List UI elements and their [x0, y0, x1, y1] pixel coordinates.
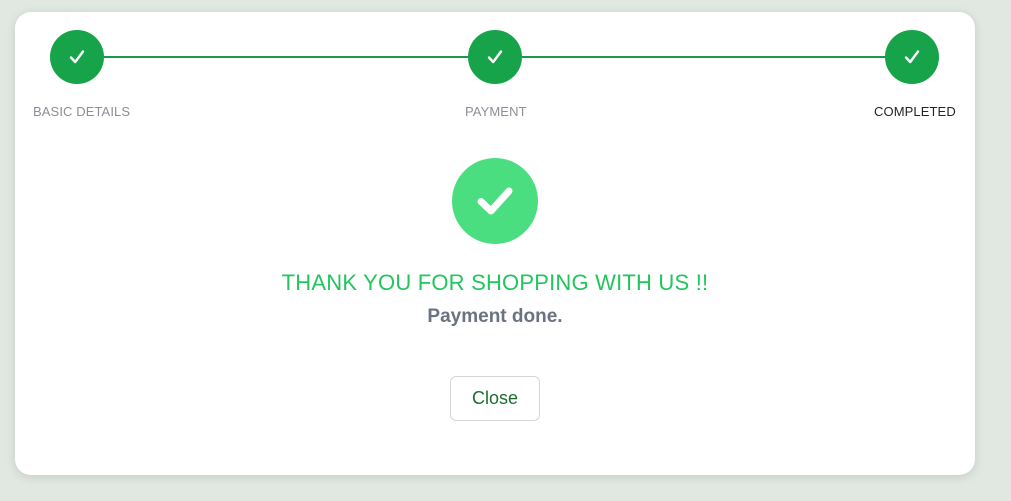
payment-status-text: Payment done.	[427, 306, 563, 327]
step-label-completed: COMPLETED	[874, 104, 956, 119]
checkout-stepper: BASIC DETAILS PAYMENT COMPLETED	[15, 12, 975, 132]
step-label-basic-details: BASIC DETAILS	[33, 104, 131, 119]
step-label-payment: PAYMENT	[465, 104, 527, 119]
step-payment-indicator	[468, 30, 522, 84]
step-basic-details-indicator	[50, 30, 104, 84]
checkmark-icon	[69, 50, 85, 64]
step-connector	[104, 56, 468, 58]
checkmark-icon	[477, 187, 513, 215]
checkmark-icon	[487, 50, 503, 64]
thank-you-heading: THANK YOU FOR SHOPPING WITH US !!	[281, 270, 709, 295]
step-completed-indicator	[885, 30, 939, 84]
payment-success-modal: BASIC DETAILS PAYMENT COMPLETED THANK YO…	[15, 12, 975, 475]
check-circle-icon	[452, 158, 538, 244]
step-connector	[522, 56, 886, 58]
close-button[interactable]: Close	[450, 376, 540, 421]
checkmark-icon	[904, 50, 920, 64]
